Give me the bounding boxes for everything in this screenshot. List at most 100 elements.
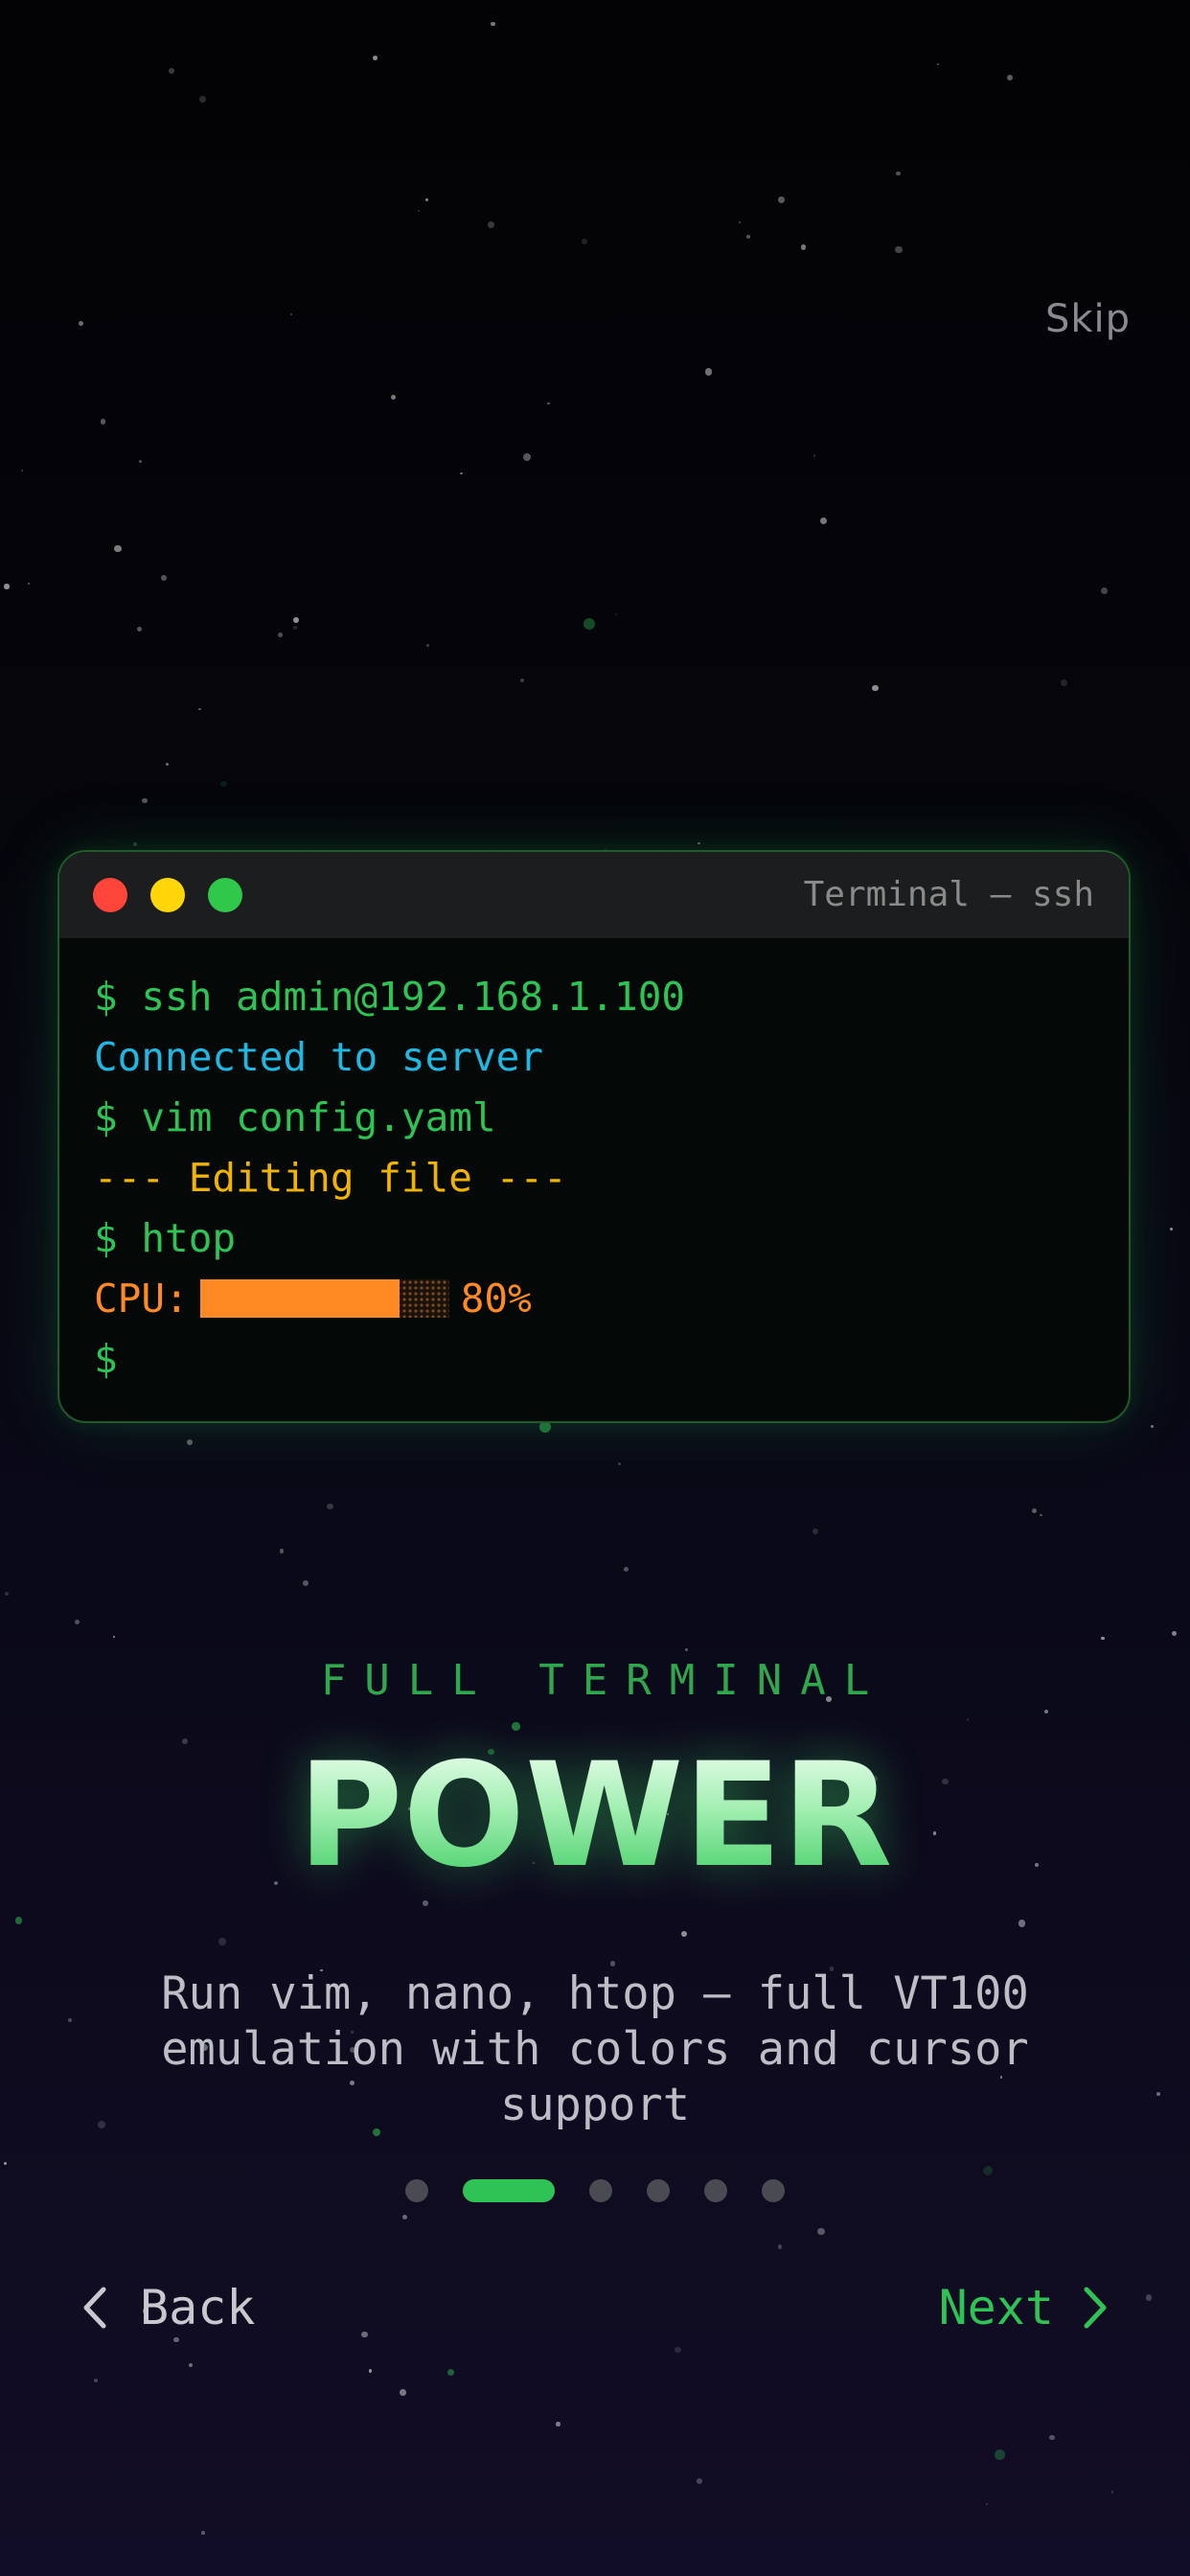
- star-dot: [327, 1503, 333, 1510]
- star-dot: [139, 460, 142, 464]
- star-dot: [556, 2422, 561, 2426]
- star-dot: [425, 643, 429, 647]
- terminal-preview-window: Terminal — ssh $ ssh admin@192.168.1.100…: [57, 850, 1131, 1423]
- star-dot: [289, 313, 293, 316]
- page-indicator: [0, 2179, 1190, 2202]
- star-dot: [698, 841, 700, 845]
- next-label: Next: [938, 2280, 1054, 2335]
- star-dot: [368, 2369, 373, 2373]
- star-dot: [704, 368, 713, 376]
- star-dot: [142, 797, 148, 804]
- star-dot: [1171, 1631, 1177, 1637]
- star-dot: [985, 2502, 988, 2506]
- star-dot: [523, 453, 531, 462]
- page-dot[interactable]: [762, 2179, 785, 2202]
- star-dot: [293, 626, 298, 631]
- star-dot: [936, 62, 939, 65]
- chevron-left-icon: [83, 2287, 106, 2329]
- star-dot: [1032, 1508, 1038, 1514]
- cpu-usage-bar: [199, 1279, 449, 1318]
- star-dot: [417, 209, 421, 213]
- star-dot: [491, 21, 495, 27]
- star-dot: [1007, 74, 1014, 80]
- star-dot: [169, 67, 174, 74]
- terminal-line-ssh: $ ssh admin@192.168.1.100: [94, 974, 686, 1020]
- star-dot: [423, 1900, 429, 1907]
- page-dot[interactable]: [647, 2179, 670, 2202]
- star-dot: [583, 617, 596, 631]
- page-dot[interactable]: [405, 2179, 428, 2202]
- star-dot: [401, 2214, 408, 2220]
- next-button[interactable]: Next: [939, 2279, 1111, 2336]
- star-dot: [614, 612, 618, 616]
- star-dot: [4, 1591, 10, 1597]
- onboarding-screen: Skip Terminal — ssh $ ssh admin@192.168.…: [0, 0, 1190, 2576]
- star-dot: [446, 2369, 454, 2377]
- star-dot: [1060, 678, 1067, 686]
- star-dot: [547, 402, 550, 404]
- star-dot: [609, 1961, 615, 1966]
- star-dot: [1101, 587, 1108, 594]
- star-dot: [166, 762, 170, 766]
- star-dot: [624, 1567, 629, 1573]
- star-dot: [199, 96, 207, 104]
- back-button[interactable]: Back: [79, 2279, 255, 2336]
- star-dot: [1156, 2091, 1161, 2096]
- chevron-right-icon: [1084, 2287, 1107, 2329]
- page-dot[interactable]: [704, 2179, 727, 2202]
- star-dot: [966, 1718, 970, 1722]
- star-dot: [1145, 2294, 1153, 2302]
- star-dot: [896, 171, 901, 176]
- star-dot: [114, 544, 122, 553]
- slide-title: POWER: [0, 1735, 1190, 1898]
- star-dot: [1100, 1636, 1105, 1641]
- star-dot: [21, 469, 24, 472]
- star-dot: [391, 394, 397, 400]
- star-dot: [1151, 1425, 1154, 1428]
- star-dot: [777, 196, 785, 203]
- cpu-value: 80%: [460, 1276, 532, 1322]
- star-dot: [745, 235, 750, 240]
- star-dot: [800, 244, 806, 250]
- star-dot: [220, 780, 227, 788]
- star-dot: [113, 1635, 116, 1638]
- terminal-line-htop: $ htop: [94, 1215, 237, 1261]
- star-dot: [519, 678, 525, 683]
- star-dot: [894, 245, 903, 254]
- star-dot: [982, 2165, 994, 2176]
- terminal-output: $ ssh admin@192.168.1.100 Connected to s…: [59, 938, 1129, 1390]
- star-dot: [14, 1917, 22, 1924]
- star-dot: [512, 1722, 520, 1731]
- star-dot: [94, 2379, 99, 2383]
- star-dot: [293, 617, 300, 624]
- star-dot: [188, 2363, 193, 2368]
- star-dot: [581, 239, 587, 245]
- maximize-dot-icon: [208, 878, 242, 912]
- terminal-prompt: $: [94, 1336, 118, 1382]
- star-dot: [133, 842, 138, 847]
- star-dot: [277, 632, 283, 638]
- terminal-line-editing: --- Editing file ---: [94, 1155, 567, 1201]
- star-dot: [685, 1647, 688, 1651]
- star-dot: [1049, 2434, 1056, 2441]
- star-dot: [4, 584, 10, 589]
- star-dot: [201, 2531, 206, 2536]
- slide-eyebrow: FULL TERMINAL: [320, 1656, 888, 1705]
- page-dot[interactable]: [589, 2179, 612, 2202]
- star-dot: [994, 2450, 1005, 2461]
- terminal-line-vim: $ vim config.yaml: [94, 1094, 496, 1140]
- star-dot: [817, 2227, 825, 2236]
- page-dot-active[interactable]: [463, 2179, 555, 2202]
- star-dot: [778, 2244, 783, 2249]
- star-dot: [872, 684, 879, 691]
- star-dot: [1110, 2491, 1114, 2494]
- star-dot: [279, 1548, 285, 1553]
- star-dot: [68, 2018, 72, 2022]
- star-dot: [187, 1438, 194, 1445]
- star-dot: [302, 1579, 309, 1587]
- star-dot: [1040, 1513, 1042, 1517]
- skip-button[interactable]: Skip: [1045, 297, 1131, 341]
- star-dot: [27, 582, 30, 585]
- star-dot: [1044, 1710, 1049, 1714]
- star-dot: [1018, 1919, 1026, 1927]
